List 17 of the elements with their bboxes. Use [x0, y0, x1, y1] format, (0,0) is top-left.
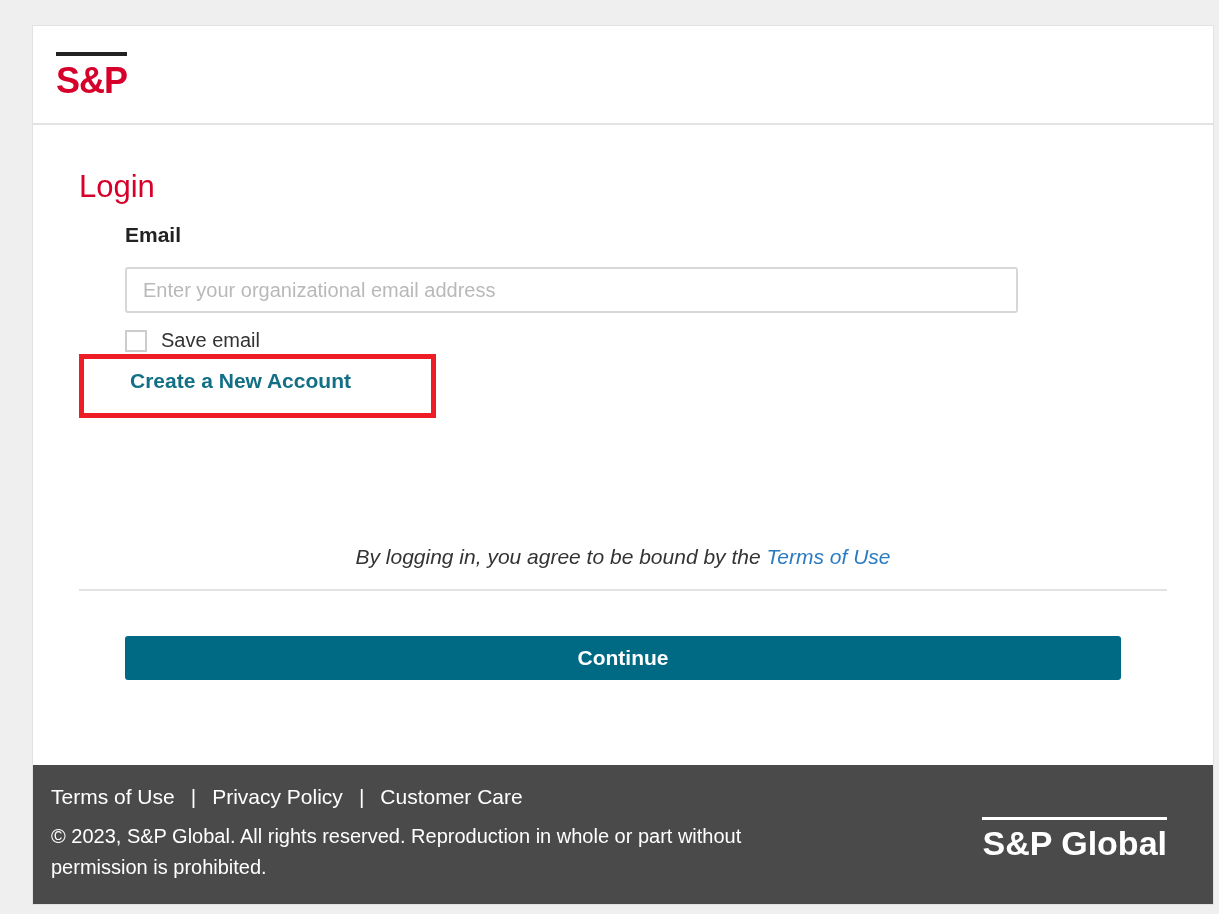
- separator: |: [358, 785, 365, 809]
- field-label: Email: [125, 223, 182, 247]
- logo: S&P: [56, 52, 128, 101]
- footer-logo: S&P Global: [982, 817, 1167, 862]
- checkbox[interactable]: [125, 329, 147, 352]
- page-title: Login: [79, 169, 155, 205]
- terms-link[interactable]: Terms of Use: [766, 545, 891, 568]
- agreement-text: By logging in, you agree to be bound by the Terms of Use: [354, 545, 892, 569]
- checkbox-label: Save email: [161, 329, 260, 352]
- copyright-text: © 2023, S&P Global. All rights reserved. Reproduction in whole or part without permission is prohibited.: [51, 824, 743, 880]
- email-field[interactable]: Enter your organizational email address: [125, 267, 1018, 313]
- create-account-link[interactable]: Create a New Account: [130, 369, 351, 392]
- separator: |: [190, 785, 197, 809]
- continue-button[interactable]: Continue: [125, 636, 1121, 680]
- footer-link[interactable]: Customer Care: [380, 785, 523, 809]
- footer-link[interactable]: Privacy Policy: [212, 785, 343, 809]
- footer-link[interactable]: Terms of Use: [51, 785, 175, 809]
